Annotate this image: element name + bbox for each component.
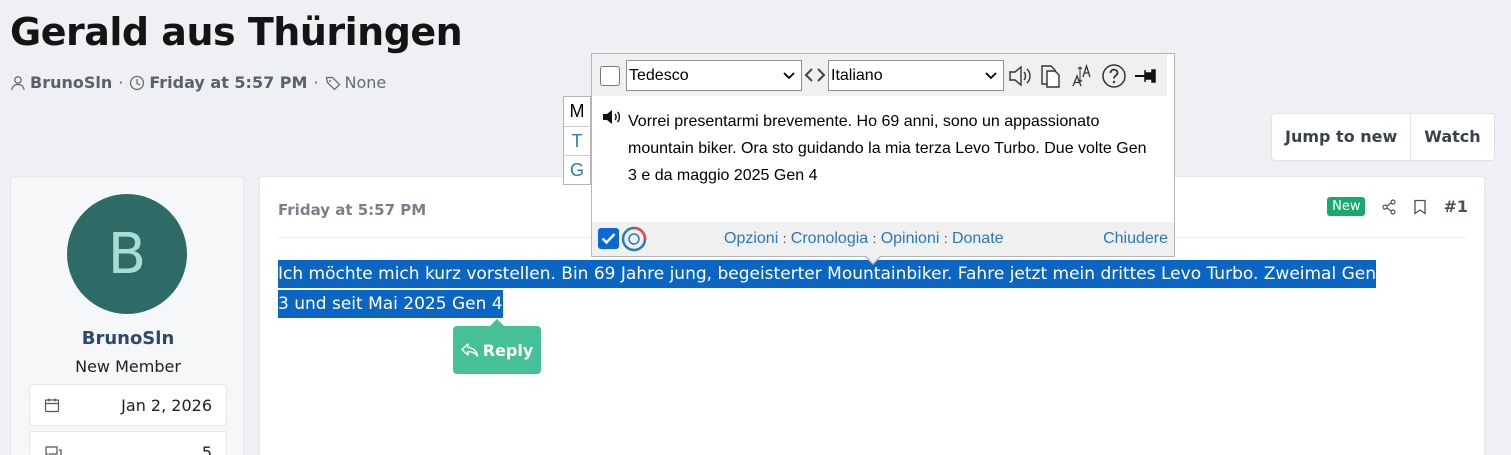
message-count: 5 xyxy=(201,442,212,455)
username[interactable]: BrunoSln xyxy=(11,328,245,349)
close-link[interactable]: Chiudere xyxy=(1103,230,1168,248)
reply-icon xyxy=(460,343,478,357)
translator-toolbar: Tedesco Italiano xyxy=(592,54,1167,96)
watch-button[interactable]: Watch xyxy=(1410,114,1493,160)
copy-icon[interactable] xyxy=(1038,63,1064,89)
translator-footer: Opzioni : Cronologia : Opinioni : Donate… xyxy=(592,222,1174,256)
thread-date[interactable]: Friday at 5:57 PM xyxy=(149,73,307,92)
user-info-panel: B BrunoSln New Member Jan 2, 2026 5 xyxy=(10,176,244,455)
meta-separator: · xyxy=(118,73,124,92)
reply-label: Reply xyxy=(482,340,534,360)
check-icon xyxy=(601,233,616,245)
post-number[interactable]: #1 xyxy=(1443,197,1468,216)
calendar-icon xyxy=(44,398,60,413)
translator-links: Opzioni : Cronologia : Opinioni : Donate xyxy=(724,230,1004,248)
auto-detect-checkbox[interactable] xyxy=(600,66,620,86)
feedback-link[interactable]: Opinioni xyxy=(881,230,940,247)
source-language-select[interactable]: Tedesco xyxy=(626,60,802,91)
link-separator: : xyxy=(872,231,877,246)
post-tools: New #1 xyxy=(1327,197,1468,216)
engine-tab-t[interactable]: T xyxy=(564,126,590,155)
post-date[interactable]: Friday at 5:57 PM xyxy=(278,201,426,219)
avatar[interactable]: B xyxy=(67,194,187,314)
engine-tab-m[interactable]: M xyxy=(564,97,590,126)
link-separator: : xyxy=(943,231,948,246)
enable-checkbox[interactable] xyxy=(598,228,619,249)
translator-engine-tabs: M T G xyxy=(563,96,591,185)
joined-date: Jan 2, 2026 xyxy=(121,395,212,415)
user-icon xyxy=(11,75,25,90)
page-title: Gerald aus Thüringen xyxy=(10,10,463,54)
link-separator: : xyxy=(782,231,787,246)
swap-languages-icon[interactable] xyxy=(804,67,826,83)
thread-author[interactable]: BrunoSln xyxy=(30,73,112,92)
messages-icon xyxy=(45,446,62,455)
speaker-icon[interactable] xyxy=(602,108,622,126)
reply-button[interactable]: Reply xyxy=(453,319,541,374)
options-link[interactable]: Opzioni xyxy=(724,230,778,247)
joined-stat: Jan 2, 2026 xyxy=(29,384,227,426)
engine-tab-g[interactable]: G xyxy=(564,155,590,184)
tag-icon xyxy=(325,76,340,90)
donate-link[interactable]: Donate xyxy=(952,230,1004,247)
thread-meta: BrunoSln · Friday at 5:57 PM · None xyxy=(10,73,386,92)
translator-logo-icon[interactable] xyxy=(621,226,647,252)
bookmark-icon[interactable] xyxy=(1413,199,1427,215)
target-language-value: Italiano xyxy=(831,67,883,84)
user-title: New Member xyxy=(75,357,181,376)
popup-pointer xyxy=(864,255,882,265)
history-link[interactable]: Cronologia xyxy=(791,230,868,247)
meta-separator: · xyxy=(313,73,319,92)
post-text-line-1: Ich möchte mich kurz vorstellen. Bin 69 … xyxy=(278,260,1377,288)
messages-stat: 5 xyxy=(29,431,227,455)
new-badge: New xyxy=(1327,197,1366,216)
chevron-down-icon xyxy=(783,72,795,80)
pin-icon[interactable] xyxy=(1133,63,1159,89)
thread-actions: Jump to new Watch xyxy=(1271,113,1495,161)
source-language-value: Tedesco xyxy=(629,67,689,84)
clock-icon xyxy=(130,75,145,90)
target-language-select[interactable]: Italiano xyxy=(828,60,1004,91)
speaker-icon[interactable] xyxy=(1007,63,1033,89)
post-text-line-2: 3 und seit Mai 2025 Gen 4 xyxy=(278,290,503,318)
share-icon[interactable] xyxy=(1381,198,1397,215)
jump-to-new-button[interactable]: Jump to new xyxy=(1272,114,1410,160)
translation-text: Vorrei presentarmi brevemente. Ho 69 ann… xyxy=(628,113,1147,184)
post-body: Ich möchte mich kurz vorstellen. Bin 69 … xyxy=(278,259,1470,319)
translator-popup: Tedesco Italiano Vorrei presentarmi brev… xyxy=(591,53,1175,265)
chevron-down-icon xyxy=(985,72,997,80)
help-icon[interactable] xyxy=(1101,63,1127,89)
thread-tags: None xyxy=(344,73,387,92)
font-size-icon[interactable] xyxy=(1070,63,1096,89)
